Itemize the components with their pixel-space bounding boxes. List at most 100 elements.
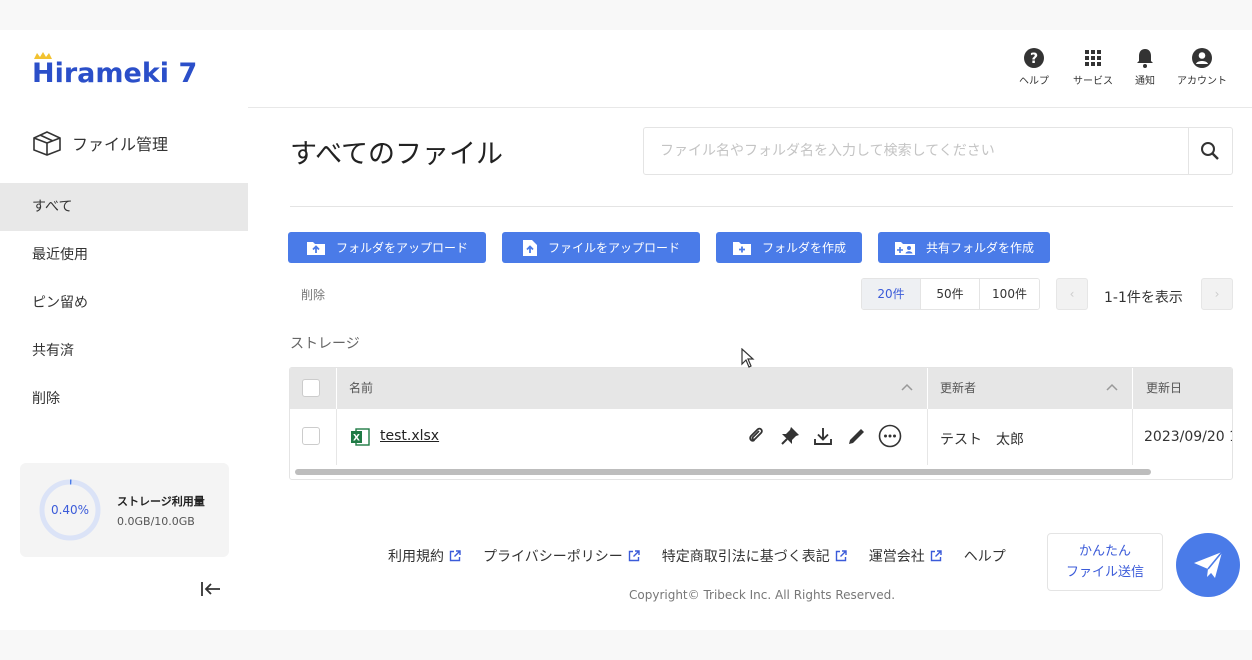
notifications-label: 通知 xyxy=(1135,76,1155,87)
storage-heading: ストレージ xyxy=(290,336,360,352)
footer-link-label: プライバシーポリシー xyxy=(483,549,623,565)
footer-link-label: 特定商取引法に基づく表記 xyxy=(661,549,830,565)
create-folder-button[interactable]: フォルダを作成 xyxy=(716,232,862,263)
account-label: アカウント xyxy=(1177,76,1227,87)
help-label: ヘルプ xyxy=(1019,76,1049,87)
crown-icon xyxy=(34,52,52,59)
storage-value: 0.0GB/10.0GB xyxy=(117,515,195,528)
page-title: すべてのファイル xyxy=(290,139,504,170)
storage-usage-card: 0.40% ストレージ利用量 0.0GB/10.0GB xyxy=(20,463,229,557)
mouse-cursor-icon xyxy=(741,348,755,368)
footer-link-label: ヘルプ xyxy=(963,549,1006,565)
svg-text:X: X xyxy=(353,434,360,444)
divider xyxy=(290,206,1233,207)
select-all-checkbox[interactable] xyxy=(302,379,320,397)
footer-link-label: 運営会社 xyxy=(868,549,925,565)
account-button[interactable]: アカウント xyxy=(1170,48,1234,87)
create-shared-folder-label: 共有フォルダを作成 xyxy=(925,241,1034,255)
sidebar: H irameki 7 ファイル管理 すべて 最近使用 ピン留め 共有済 削除 … xyxy=(0,30,248,630)
next-page-button[interactable]: › xyxy=(1201,278,1233,310)
copyright: Copyright© Tribeck Inc. All Rights Reser… xyxy=(629,588,896,602)
footer-link-company[interactable]: 運営会社 xyxy=(869,546,942,566)
sidebar-item-deleted[interactable]: 削除 xyxy=(0,375,248,423)
sidebar-item-all[interactable]: すべて xyxy=(0,183,248,231)
search-input[interactable] xyxy=(644,128,1188,174)
column-updater[interactable]: 更新者 xyxy=(940,368,976,409)
file-name-link[interactable]: test.xlsx xyxy=(380,428,439,444)
create-shared-folder-button[interactable]: 共有フォルダを作成 xyxy=(878,232,1050,263)
svg-text:?: ? xyxy=(1030,51,1038,67)
folder-upload-icon xyxy=(306,241,325,255)
range-label: 1-1件を表示 xyxy=(1104,290,1183,306)
footer-link-terms[interactable]: 利用規約 xyxy=(388,546,461,566)
delete-link[interactable]: 削除 xyxy=(301,286,325,303)
external-link-icon xyxy=(628,550,640,562)
app-logo[interactable]: H irameki 7 xyxy=(32,52,198,89)
upload-file-label: ファイルをアップロード xyxy=(547,241,680,255)
bell-icon xyxy=(1137,49,1153,68)
storage-percent: 0.40% xyxy=(50,503,90,517)
collapse-left-icon xyxy=(201,582,220,596)
top-header: ? ヘルプ サービス 通知 アカウント xyxy=(248,30,1252,108)
pin-icon[interactable] xyxy=(779,425,801,447)
page-size-20[interactable]: 20件 xyxy=(862,279,921,309)
services-button[interactable]: サービス xyxy=(1066,48,1120,87)
file-table: 名前 更新者 更新日 X test.xlsx テスト 太郎 2023/09/20… xyxy=(289,367,1233,480)
grid-icon xyxy=(1085,50,1101,66)
updater-cell: テスト 太郎 xyxy=(940,432,1024,448)
external-link-icon xyxy=(930,550,942,562)
upload-folder-button[interactable]: フォルダをアップロード xyxy=(288,232,486,263)
search-icon[interactable] xyxy=(1200,141,1220,161)
footer-link-label: 利用規約 xyxy=(388,549,444,565)
horizontal-scrollbar[interactable] xyxy=(295,469,1151,475)
section-file-management: ファイル管理 xyxy=(32,130,168,156)
create-folder-label: フォルダを作成 xyxy=(761,241,846,255)
sidebar-item-pinned[interactable]: ピン留め xyxy=(0,279,248,327)
collapse-sidebar-button[interactable] xyxy=(200,581,222,602)
attachment-icon[interactable] xyxy=(745,425,767,447)
easy-send-line1: かんたん xyxy=(1078,544,1131,559)
column-name[interactable]: 名前 xyxy=(349,368,373,409)
footer-link-privacy[interactable]: プライバシーポリシー xyxy=(483,546,640,566)
edit-icon[interactable] xyxy=(846,425,868,447)
footer-link-commerce[interactable]: 特定商取引法に基づく表記 xyxy=(662,546,847,566)
account-icon xyxy=(1192,48,1212,68)
footer-links: 利用規約 プライバシーポリシー 特定商取引法に基づく表記 運営会社 ヘルプ xyxy=(388,546,1028,566)
upload-file-button[interactable]: ファイルをアップロード xyxy=(502,232,700,263)
updated-cell: 2023/09/20 1 xyxy=(1144,429,1233,445)
help-icon: ? xyxy=(1024,48,1044,68)
external-link-icon xyxy=(449,550,461,562)
easy-send-line2: ファイル送信 xyxy=(1065,565,1144,580)
table-header: 名前 更新者 更新日 xyxy=(290,368,1232,409)
column-updated[interactable]: 更新日 xyxy=(1146,368,1182,409)
search-divider xyxy=(1188,128,1189,174)
more-options-icon[interactable] xyxy=(878,424,902,448)
page-size-selector: 20件 50件 100件 xyxy=(861,278,1040,310)
upload-folder-label: フォルダをアップロード xyxy=(335,241,468,255)
sidebar-item-recent[interactable]: 最近使用 xyxy=(0,231,248,279)
help-button[interactable]: ? ヘルプ xyxy=(1012,48,1056,87)
notifications-button[interactable]: 通知 xyxy=(1128,48,1162,87)
row-checkbox[interactable] xyxy=(302,427,320,445)
sidebar-nav: すべて 最近使用 ピン留め 共有済 削除 xyxy=(0,183,248,423)
file-upload-icon xyxy=(522,239,537,256)
download-icon[interactable] xyxy=(812,425,834,447)
logo-h-letter: H xyxy=(32,58,55,89)
footer-link-help[interactable]: ヘルプ xyxy=(964,546,1006,566)
sort-up-icon[interactable] xyxy=(1106,383,1118,391)
storage-label: ストレージ利用量 xyxy=(117,495,205,508)
external-link-icon xyxy=(835,550,847,562)
page-size-50[interactable]: 50件 xyxy=(921,279,980,309)
sidebar-item-shared[interactable]: 共有済 xyxy=(0,327,248,375)
prev-page-button[interactable]: ‹ xyxy=(1056,278,1088,310)
page-size-100[interactable]: 100件 xyxy=(980,279,1039,309)
folder-add-icon xyxy=(732,241,751,255)
easy-send-button[interactable] xyxy=(1176,533,1240,597)
excel-file-icon: X xyxy=(351,428,370,446)
search-box xyxy=(643,127,1233,175)
logo-text: irameki 7 xyxy=(54,58,198,89)
sort-up-icon[interactable] xyxy=(901,383,913,391)
shared-folder-add-icon xyxy=(894,241,915,255)
easy-send-tooltip[interactable]: かんたん ファイル送信 xyxy=(1047,533,1163,591)
box-icon xyxy=(33,131,61,156)
